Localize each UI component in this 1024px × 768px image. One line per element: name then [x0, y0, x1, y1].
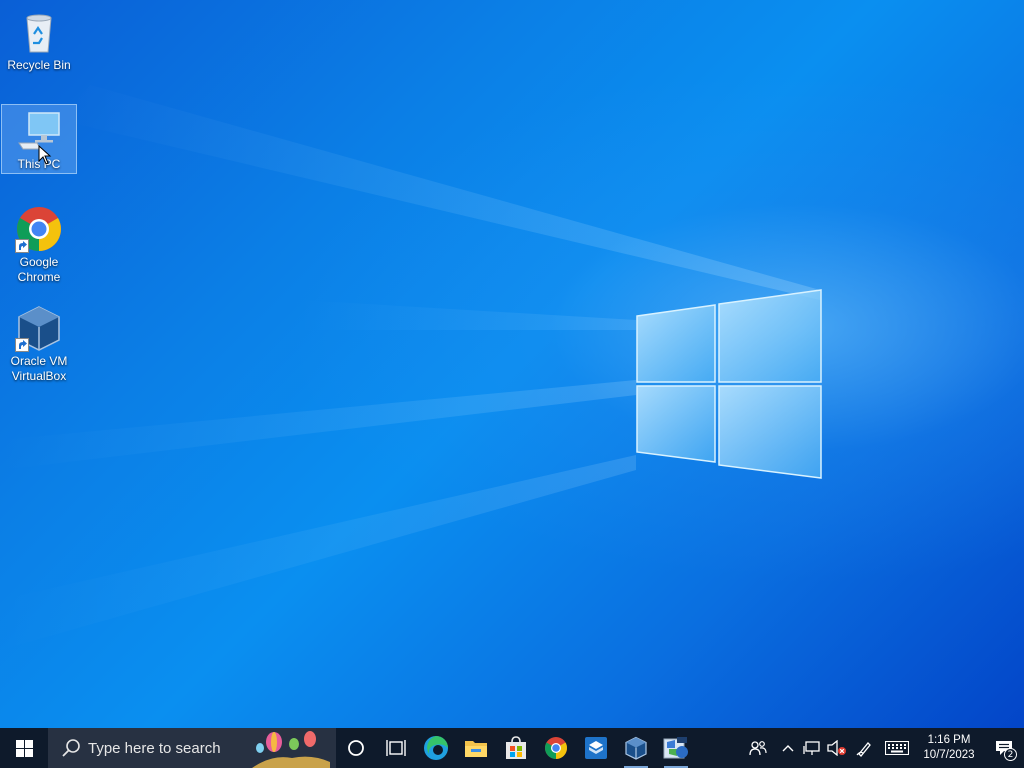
volume-button[interactable]: [824, 728, 850, 768]
chevron-up-icon: [782, 745, 794, 752]
taskbar-app-microsoft-store[interactable]: [496, 728, 536, 768]
virtualbox-icon: [15, 304, 63, 352]
desktop-icon-this-pc[interactable]: This PC: [1, 104, 77, 174]
task-view-icon: [386, 740, 406, 756]
desktop-icon-label: Recycle Bin: [7, 58, 71, 72]
recycle-bin-icon: [15, 8, 63, 56]
pen-icon: [856, 742, 871, 757]
action-center-button[interactable]: 2: [984, 728, 1024, 768]
windows-logo-icon: [15, 739, 33, 757]
clock-time: 1:16 PM: [927, 734, 971, 746]
virtualbox-icon: [625, 736, 647, 760]
taskbar-app-file-explorer[interactable]: [456, 728, 496, 768]
desktop-icon-label: Oracle VM VirtualBox: [10, 354, 68, 383]
volume-muted-icon: [827, 740, 846, 756]
app-box-icon: [585, 737, 607, 759]
show-hidden-icons-button[interactable]: [776, 728, 800, 768]
search-placeholder: Type here to search: [88, 739, 221, 757]
desktop-icon-label: This PC: [17, 157, 61, 171]
taskbar-app-windows-xp-vm[interactable]: [656, 728, 696, 768]
desktop-icon-virtualbox[interactable]: Oracle VM VirtualBox: [1, 302, 77, 388]
taskbar-search-box[interactable]: Type here to search: [48, 728, 336, 768]
notification-count-badge: 2: [1004, 748, 1017, 761]
desktop-icon-google-chrome[interactable]: Google Chrome: [1, 203, 77, 289]
store-icon: [506, 736, 526, 759]
taskbar: Type here to search 1:16 PM 10/7/2023 2: [0, 728, 1024, 768]
network-icon: [803, 741, 820, 755]
taskbar-app-chrome[interactable]: [536, 728, 576, 768]
taskbar-app-box[interactable]: [576, 728, 616, 768]
wallpaper-light-beams: [0, 85, 822, 650]
keyboard-icon: [885, 741, 909, 755]
start-button[interactable]: [0, 728, 48, 768]
clock-date: 10/7/2023: [923, 749, 975, 761]
network-button[interactable]: [800, 728, 824, 768]
edge-icon: [424, 736, 448, 760]
task-view-button[interactable]: [376, 728, 416, 768]
pen-workspace-button[interactable]: [850, 728, 880, 768]
computer-icon: [15, 107, 63, 155]
system-tray: 1:16 PM 10/7/2023 2: [740, 728, 1024, 768]
touch-keyboard-button[interactable]: [880, 728, 914, 768]
people-icon: [749, 741, 767, 756]
desktop[interactable]: Recycle Bin This PC Google Chrome Oracle…: [0, 0, 1024, 728]
desktop-icon-recycle-bin[interactable]: Recycle Bin: [1, 6, 77, 76]
search-icon: [62, 739, 80, 757]
desktop-icon-label: Google Chrome: [17, 255, 61, 284]
taskbar-app-virtualbox[interactable]: [616, 728, 656, 768]
shortcut-arrow-icon: [15, 239, 29, 253]
clock[interactable]: 1:16 PM 10/7/2023: [914, 728, 984, 768]
people-button[interactable]: [740, 728, 776, 768]
xp-vm-icon: [663, 737, 688, 759]
windows-logo-wallpaper: [636, 289, 822, 479]
cortana-circle-icon: [348, 740, 364, 756]
shortcut-arrow-icon: [15, 338, 29, 352]
cortana-button[interactable]: [336, 728, 376, 768]
taskbar-app-edge[interactable]: [416, 728, 456, 768]
chrome-icon: [545, 737, 567, 759]
search-highlight-balloons-icon: [252, 731, 330, 768]
folder-icon: [465, 741, 487, 757]
chrome-icon: [15, 205, 63, 253]
